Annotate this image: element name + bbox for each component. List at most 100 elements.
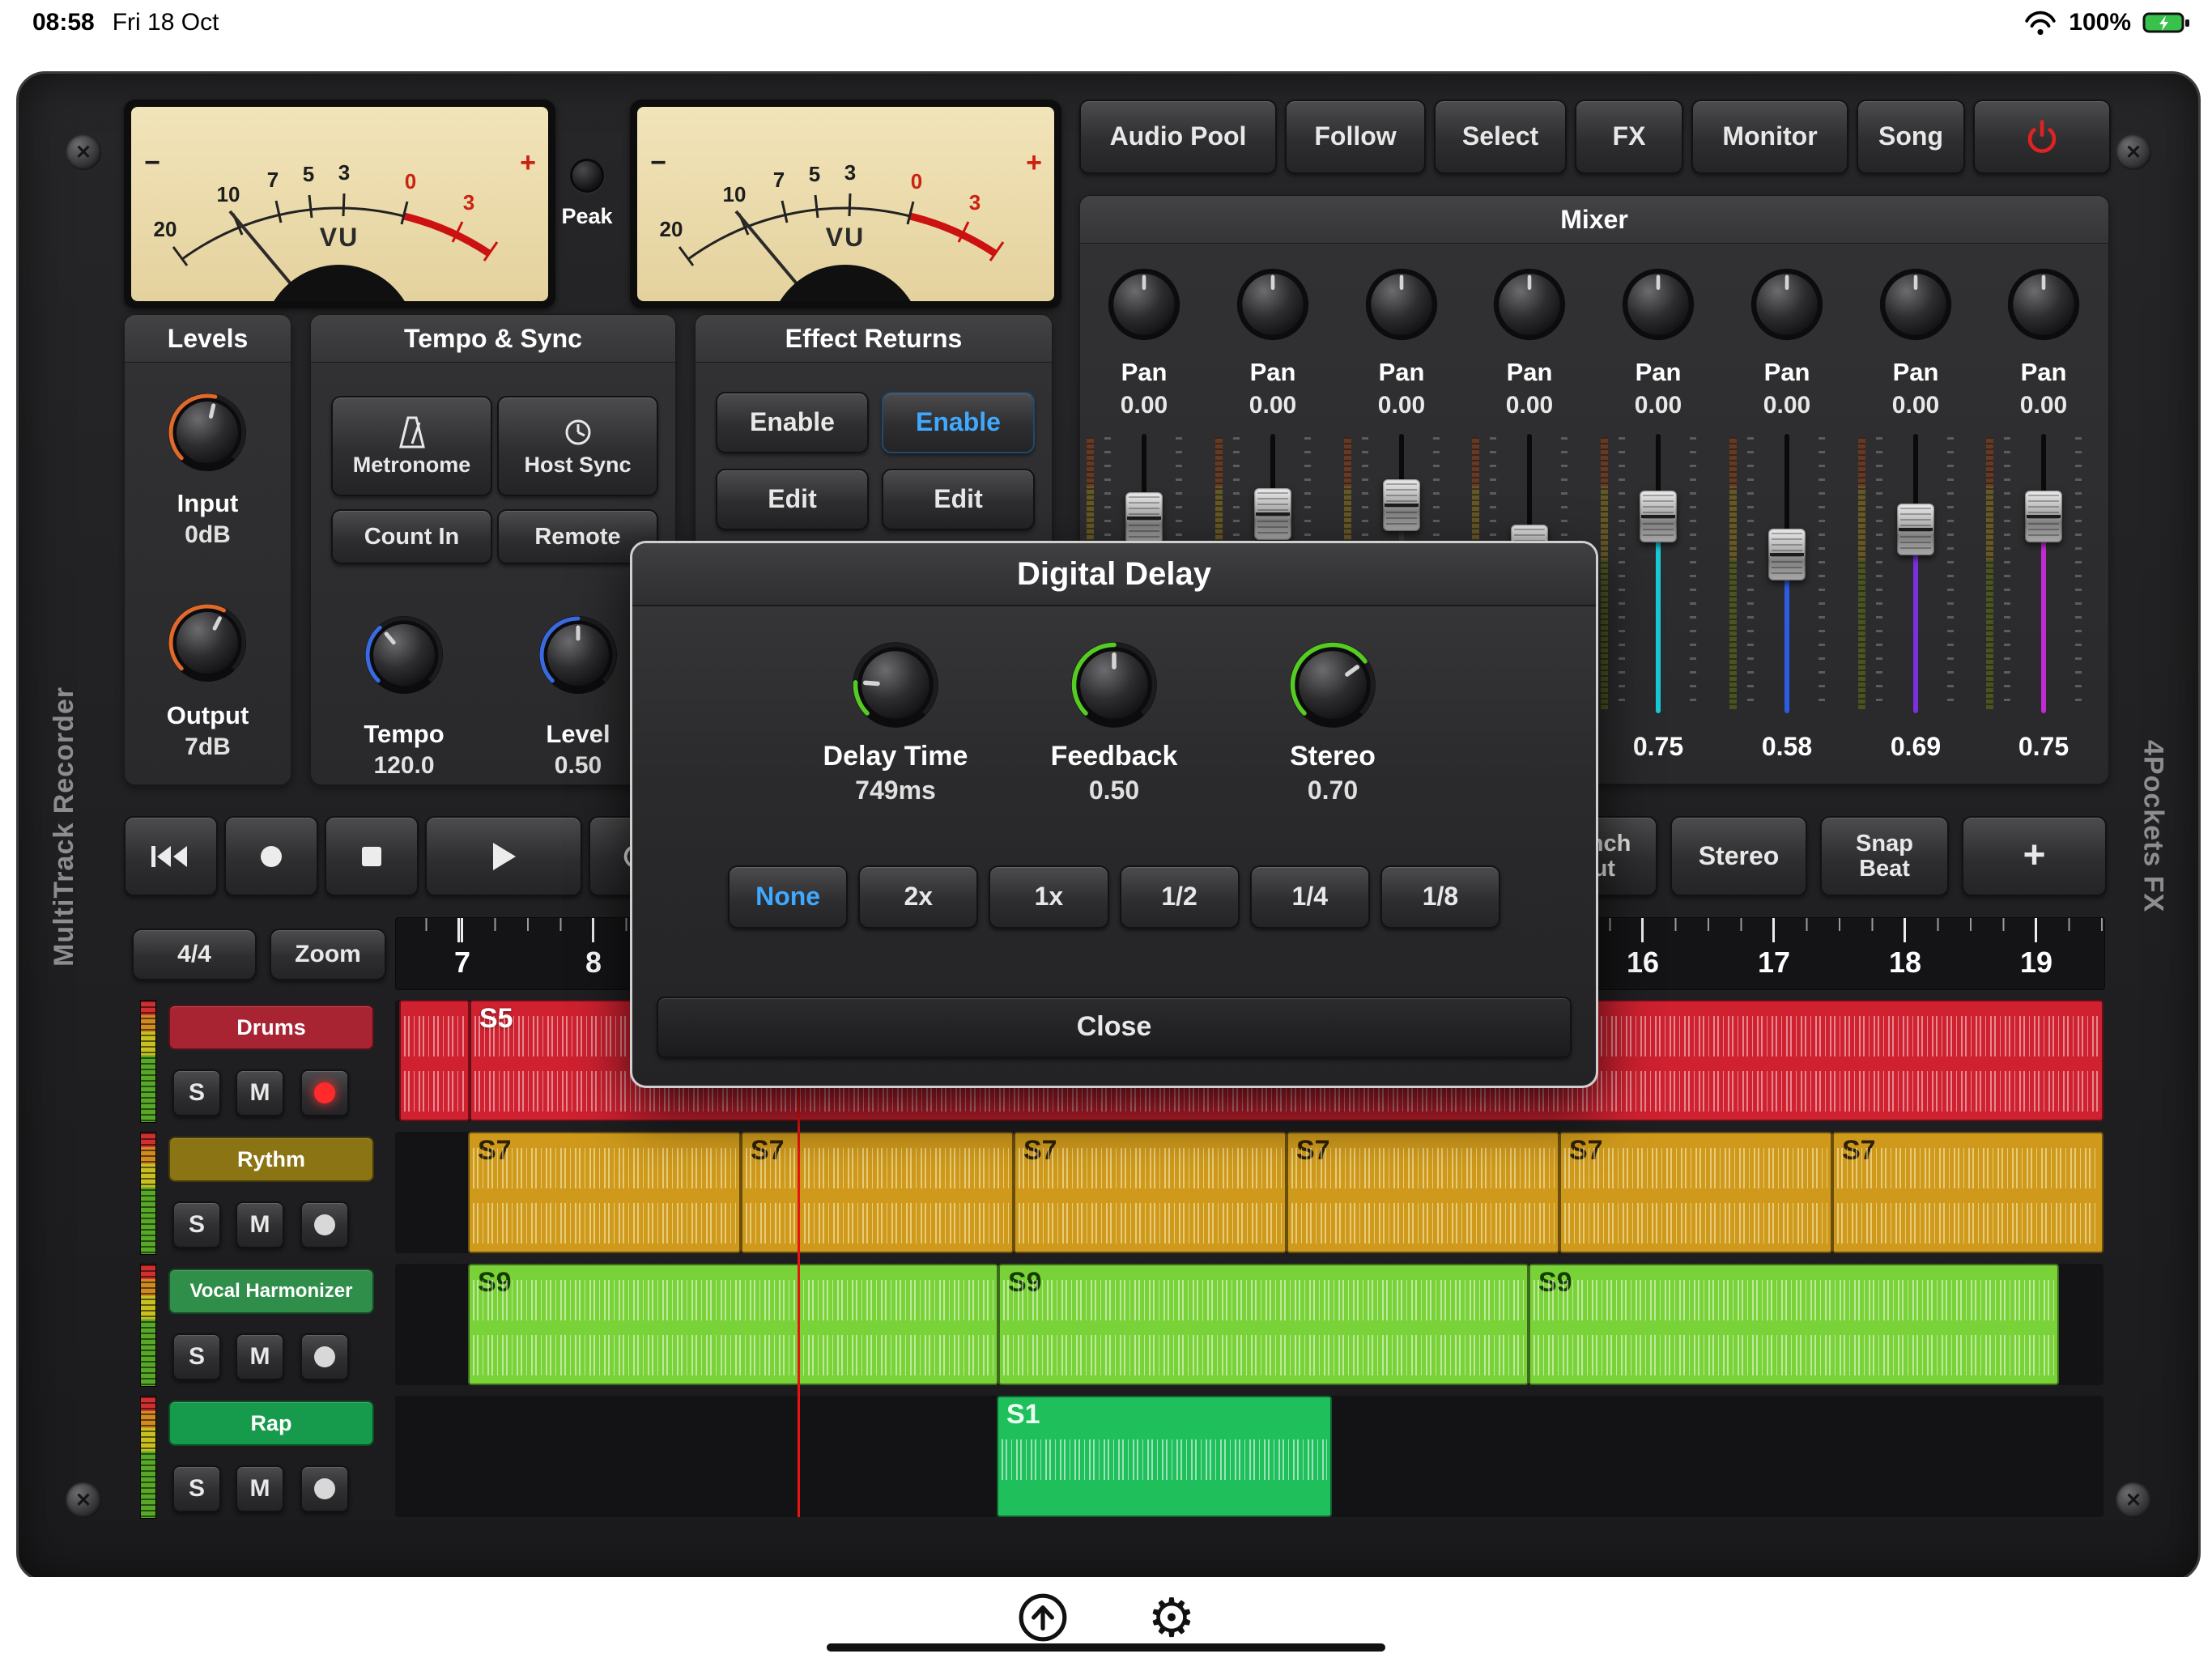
levels-title: Levels (125, 315, 291, 363)
track-meter (140, 1132, 156, 1255)
stop-button[interactable] (325, 816, 419, 896)
sync-option-quarter[interactable]: 1/4 (1250, 865, 1370, 929)
effect-enable-button-1[interactable]: Enable (716, 392, 869, 453)
power-button[interactable] (1973, 100, 2111, 174)
audio-pool-button[interactable]: Audio Pool (1079, 100, 1277, 174)
mute-button[interactable]: M (236, 1201, 284, 1248)
audio-clip[interactable]: S9 (468, 1264, 998, 1385)
audio-clip[interactable]: S1 (997, 1396, 1332, 1517)
tempo-sync-title: Tempo & Sync (311, 315, 675, 363)
metronome-button[interactable]: Metronome (331, 396, 492, 496)
close-button[interactable]: Close (657, 997, 1572, 1058)
stereo-knob[interactable] (1288, 640, 1377, 729)
home-indicator[interactable] (827, 1643, 1385, 1652)
mute-button[interactable]: M (236, 1465, 284, 1512)
solo-button[interactable]: S (172, 1333, 221, 1380)
solo-button[interactable]: S (172, 1201, 221, 1248)
output-gain-knob[interactable] (167, 602, 248, 683)
battery-percent: 100% (2069, 9, 2131, 36)
record-arm-button[interactable] (300, 1465, 349, 1512)
pan-knob[interactable] (1621, 267, 1695, 342)
return-level-knob[interactable] (538, 614, 619, 695)
mixer-channel: Pan 0.00 0.75 (1594, 246, 1722, 784)
channel-fader[interactable] (1594, 434, 1722, 713)
fader-cap[interactable] (1768, 529, 1806, 580)
audio-clip[interactable]: S7 (1014, 1132, 1287, 1253)
time-signature-button[interactable]: 4/4 (132, 929, 257, 980)
mute-button[interactable]: M (236, 1333, 284, 1380)
stereo-button[interactable]: Stereo (1670, 816, 1807, 896)
monitor-button[interactable]: Monitor (1691, 100, 1848, 174)
fader-cap[interactable] (2025, 491, 2062, 542)
sync-option-half[interactable]: 1/2 (1120, 865, 1240, 929)
song-button[interactable]: Song (1857, 100, 1965, 174)
channel-fader[interactable] (1852, 434, 1980, 713)
pan-knob[interactable] (1492, 267, 1567, 342)
settings-gear-icon[interactable]: ⚙ (1147, 1591, 1195, 1644)
record-button[interactable] (224, 816, 318, 896)
effect-edit-button-1[interactable]: Edit (716, 469, 869, 530)
fader-cap[interactable] (1640, 491, 1677, 542)
input-gain-knob[interactable] (167, 392, 248, 473)
pan-knob[interactable] (1107, 267, 1181, 342)
channel-fader[interactable] (1723, 434, 1851, 713)
effect-enable-button-2[interactable]: Enable (882, 392, 1035, 453)
effect-edit-button-2[interactable]: Edit (882, 469, 1035, 530)
clock: 08:58 (32, 9, 95, 36)
sync-option-none[interactable]: None (728, 865, 848, 929)
fader-cap[interactable] (1254, 488, 1291, 540)
audio-clip[interactable]: S7 (468, 1132, 741, 1253)
feedback-knob[interactable] (1070, 640, 1159, 729)
pan-knob[interactable] (1750, 267, 1824, 342)
record-arm-button[interactable] (300, 1201, 349, 1248)
snap-beat-button[interactable]: SnapBeat (1820, 816, 1949, 896)
count-in-button[interactable]: Count In (331, 509, 492, 564)
fader-cap[interactable] (1383, 479, 1420, 531)
follow-button[interactable]: Follow (1285, 100, 1426, 174)
channel-fader[interactable] (1980, 434, 2108, 713)
sync-option-2x[interactable]: 2x (858, 865, 978, 929)
audio-clip[interactable] (399, 1000, 470, 1121)
fader-cap[interactable] (1897, 504, 1934, 555)
sync-option-1x[interactable]: 1x (989, 865, 1108, 929)
record-arm-button[interactable] (300, 1069, 349, 1116)
audio-clip[interactable]: S7 (1559, 1132, 1832, 1253)
rewind-button[interactable] (124, 816, 218, 896)
mute-button[interactable]: M (236, 1069, 284, 1116)
record-arm-button[interactable] (300, 1333, 349, 1380)
audio-clip[interactable]: S7 (741, 1132, 1014, 1253)
track-name-rythm[interactable]: Rythm (168, 1137, 374, 1182)
power-icon (2023, 118, 2061, 155)
digital-delay-dialog: Digital Delay Delay Time 749ms Feedback (630, 541, 1598, 1088)
tempo-knob[interactable] (364, 614, 445, 695)
audio-clip[interactable]: S9 (1529, 1264, 2059, 1385)
svg-text:3: 3 (844, 160, 856, 185)
pan-knob[interactable] (2006, 267, 2081, 342)
solo-button[interactable]: S (172, 1465, 221, 1512)
mixer-title: Mixer (1080, 196, 2108, 244)
audio-clip[interactable]: S9 (998, 1264, 1529, 1385)
record-arm-led (314, 1082, 335, 1103)
audio-clip[interactable]: S7 (1287, 1132, 1559, 1253)
effect-returns-title: Effect Returns (696, 315, 1052, 363)
pan-knob[interactable] (1236, 267, 1310, 342)
play-button[interactable] (425, 816, 582, 896)
host-sync-button[interactable]: Host Sync (497, 396, 658, 496)
sync-option-eighth[interactable]: 1/8 (1380, 865, 1500, 929)
upload-icon[interactable] (1016, 1591, 1070, 1644)
peak-indicator: Peak (553, 159, 621, 229)
pan-knob[interactable] (1878, 267, 1953, 342)
fx-button[interactable]: FX (1575, 100, 1683, 174)
track-name-rap[interactable]: Rap (168, 1401, 374, 1446)
zoom-button[interactable]: Zoom (270, 929, 386, 980)
fader-cap[interactable] (1125, 492, 1163, 544)
delay-time-knob[interactable] (851, 640, 940, 729)
add-track-button[interactable]: + (1962, 816, 2107, 896)
track-name-drums[interactable]: Drums (168, 1005, 374, 1050)
track-name-vocal-harmonizer[interactable]: Vocal Harmonizer (168, 1269, 374, 1314)
select-button[interactable]: Select (1434, 100, 1567, 174)
pan-knob[interactable] (1364, 267, 1439, 342)
app-title-right: 4Pockets FX (2119, 74, 2187, 1579)
solo-button[interactable]: S (172, 1069, 221, 1116)
audio-clip[interactable]: S7 (1832, 1132, 2104, 1253)
